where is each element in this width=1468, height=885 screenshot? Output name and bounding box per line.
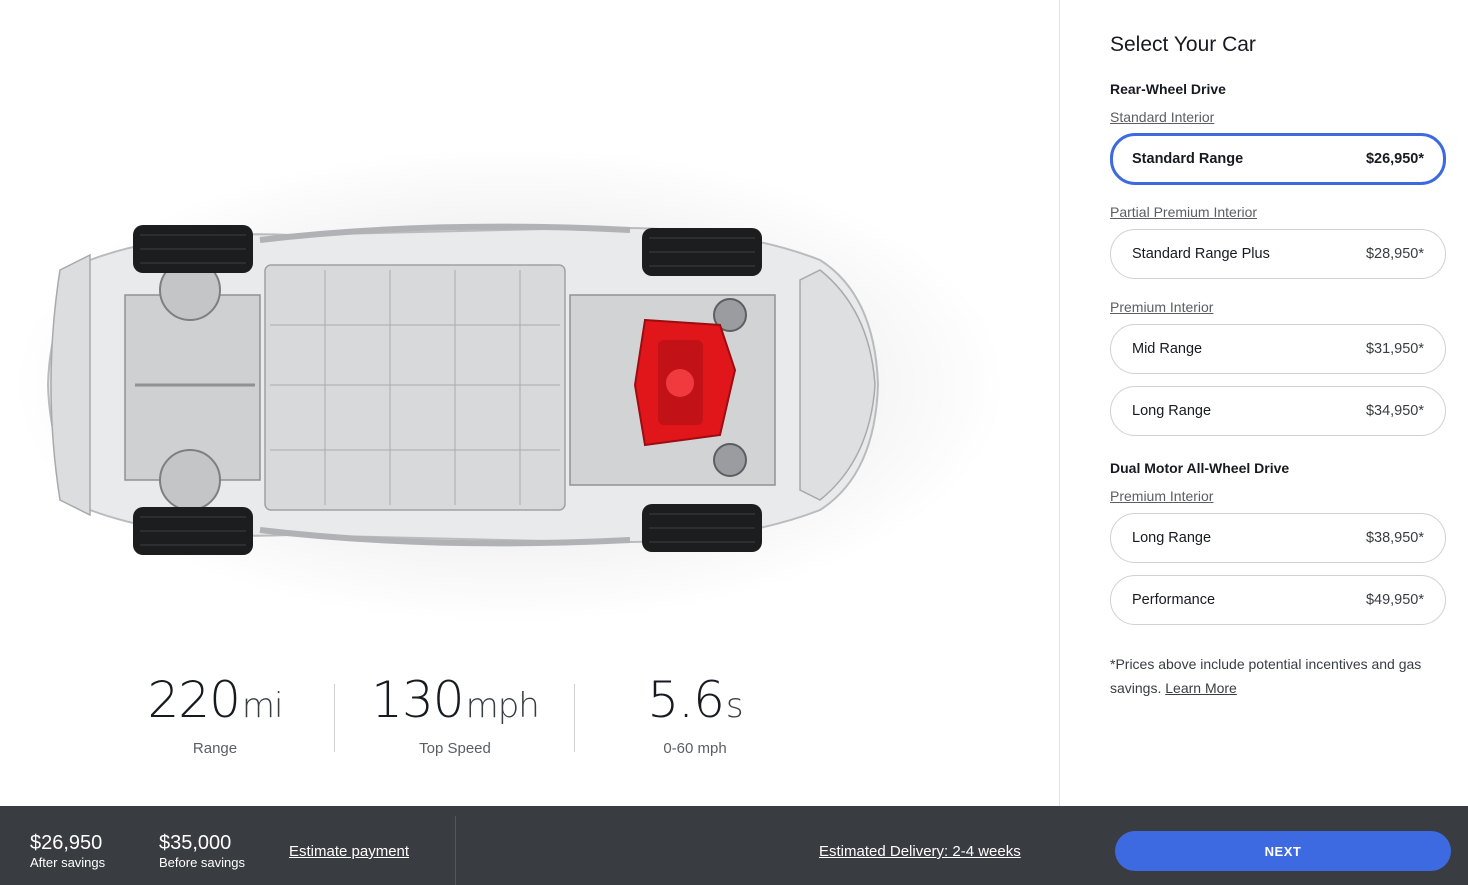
link-premium-interior-rwd[interactable]: Premium Interior xyxy=(1110,299,1213,315)
spec-top-speed-unit: mph xyxy=(465,686,540,726)
learn-more-link[interactable]: Learn More xyxy=(1165,680,1237,696)
option-price: $31,950* xyxy=(1365,341,1424,357)
spec-acceleration-label: 0-60 mph xyxy=(663,740,727,757)
option-price: $26,950* xyxy=(1365,151,1424,167)
option-name: Long Range xyxy=(1132,403,1212,419)
option-standard-range-plus[interactable]: Standard Range Plus $28,950* xyxy=(1110,229,1446,279)
option-price: $38,950* xyxy=(1365,530,1424,546)
before-savings-price-block: $35,000 Before savings xyxy=(159,832,245,870)
after-savings-label: After savings xyxy=(30,855,106,870)
spec-top-speed: 130mph Top Speed xyxy=(334,670,575,760)
spec-range-value: 220 xyxy=(147,671,240,729)
after-savings-price: $26,950 xyxy=(30,832,103,854)
price-disclaimer: *Prices above include potential incentiv… xyxy=(1110,652,1450,700)
next-button[interactable]: NEXT xyxy=(1115,831,1451,871)
link-premium-interior-awd[interactable]: Premium Interior xyxy=(1110,488,1213,504)
option-name: Standard Range xyxy=(1132,151,1244,167)
spec-top-speed-label: Top Speed xyxy=(419,740,491,757)
option-price: $28,950* xyxy=(1365,246,1424,262)
vehicle-stage: 220mi Range 130mph Top Speed 5.6s 0-60 m… xyxy=(0,0,1059,806)
option-long-range-awd[interactable]: Long Range $38,950* xyxy=(1110,513,1446,563)
option-price: $49,950* xyxy=(1365,592,1424,608)
group-title-rear-wheel-drive: Rear-Wheel Drive xyxy=(1110,81,1226,97)
option-price: $34,950* xyxy=(1365,403,1424,419)
spec-range-unit: mi xyxy=(241,686,284,726)
spec-top-speed-value: 130 xyxy=(371,671,464,729)
spec-summary: 220mi Range 130mph Top Speed 5.6s 0-60 m… xyxy=(95,670,835,760)
spec-range-label: Range xyxy=(192,740,238,757)
option-mid-range[interactable]: Mid Range $31,950* xyxy=(1110,324,1446,374)
option-standard-range[interactable]: Standard Range $26,950* xyxy=(1110,133,1446,185)
before-savings-label: Before savings xyxy=(159,855,245,870)
spec-acceleration-value: 5.6 xyxy=(647,671,725,729)
link-standard-interior[interactable]: Standard Interior xyxy=(1110,109,1214,125)
price-disclaimer-text: *Prices above include potential incentiv… xyxy=(1110,656,1422,696)
configurator-page: 220mi Range 130mph Top Speed 5.6s 0-60 m… xyxy=(0,0,1468,885)
estimated-delivery-link[interactable]: Estimated Delivery: 2-4 weeks xyxy=(819,843,1021,860)
estimate-payment-link[interactable]: Estimate payment xyxy=(289,843,409,860)
trim-selection-panel: Select Your Car Rear-Wheel Drive Standar… xyxy=(1059,0,1468,806)
before-savings-price: $35,000 xyxy=(159,832,232,854)
option-performance[interactable]: Performance $49,950* xyxy=(1110,575,1446,625)
after-savings-price-block: $26,950 After savings xyxy=(30,832,105,870)
option-name: Performance xyxy=(1132,592,1216,608)
option-name: Mid Range xyxy=(1132,341,1203,357)
summary-bar: $26,950 After savings $35,000 Before sav… xyxy=(0,806,1468,885)
car-chassis-image xyxy=(46,223,880,555)
option-name: Long Range xyxy=(1132,530,1212,546)
spec-range: 220mi Range xyxy=(95,670,335,760)
option-name: Standard Range Plus xyxy=(1132,246,1270,262)
spec-acceleration-unit: s xyxy=(725,686,744,726)
panel-title: Select Your Car xyxy=(1110,33,1256,56)
spec-acceleration: 5.6s 0-60 mph xyxy=(574,670,815,760)
option-long-range-rwd[interactable]: Long Range $34,950* xyxy=(1110,386,1446,436)
link-partial-premium-interior[interactable]: Partial Premium Interior xyxy=(1110,204,1257,220)
bar-divider xyxy=(455,816,456,885)
group-title-dual-motor: Dual Motor All-Wheel Drive xyxy=(1110,460,1290,476)
